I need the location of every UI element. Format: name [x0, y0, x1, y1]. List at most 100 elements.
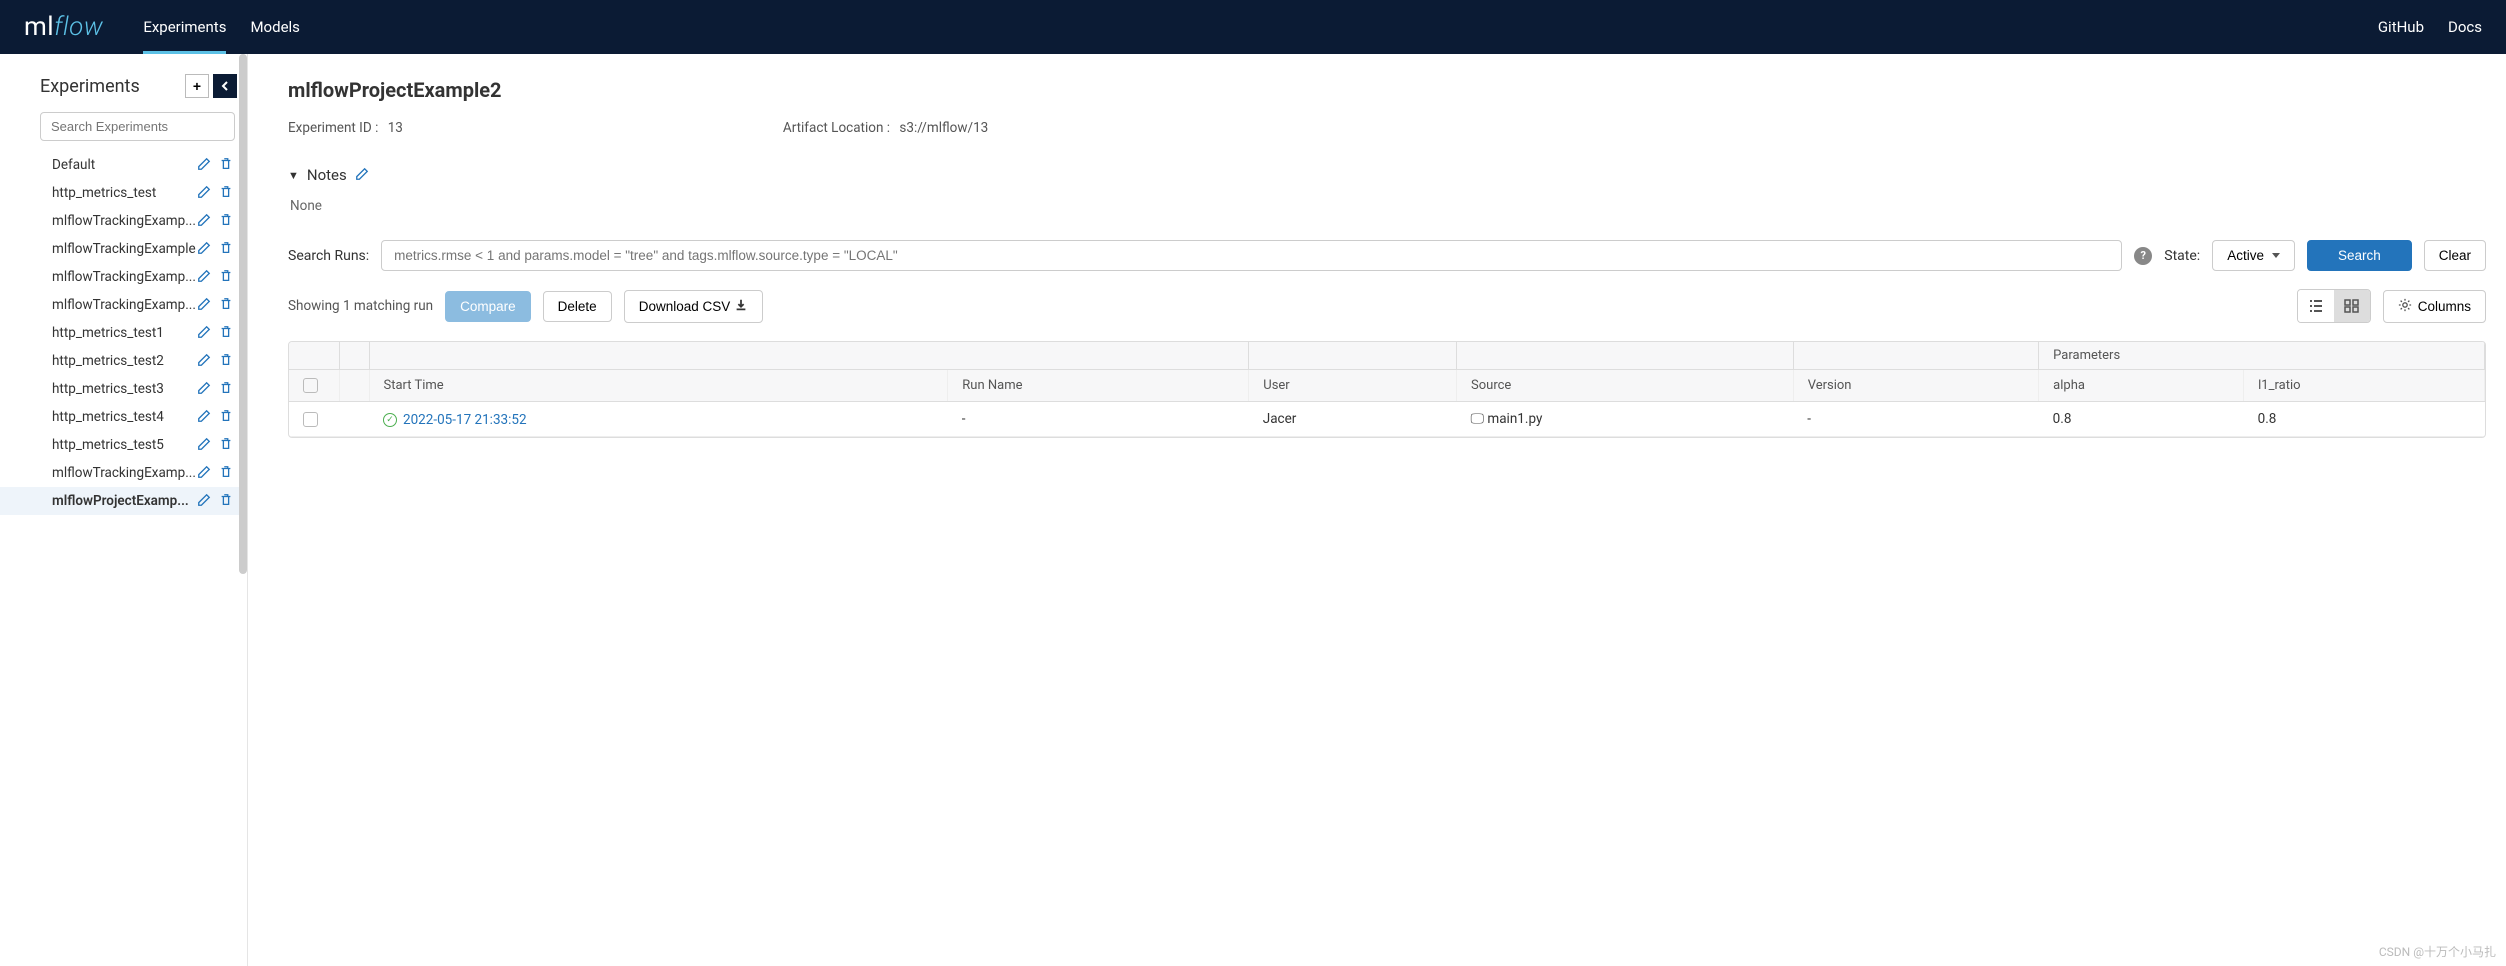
delete-icon[interactable]: [219, 297, 235, 313]
artifact-label: Artifact Location :: [783, 120, 890, 136]
sidebar-scrollbar[interactable]: [239, 54, 247, 574]
search-experiments-input[interactable]: [40, 112, 235, 141]
nav-models[interactable]: Models: [250, 0, 299, 54]
clear-button[interactable]: Clear: [2424, 240, 2486, 271]
sidebar-item[interactable]: mlflowTrackingExamp...: [0, 263, 247, 291]
edit-icon[interactable]: [197, 297, 213, 313]
edit-notes-icon[interactable]: [355, 167, 371, 183]
exp-name: mlflowTrackingExample: [52, 241, 197, 257]
sidebar-item[interactable]: mlflowProjectExamp...: [0, 487, 247, 515]
download-icon: [734, 298, 748, 315]
nav-experiments[interactable]: Experiments: [143, 0, 226, 54]
sidebar-item[interactable]: mlflowTrackingExample: [0, 235, 247, 263]
exp-name: http_metrics_test: [52, 185, 197, 201]
col-user[interactable]: User: [1249, 370, 1457, 402]
edit-icon[interactable]: [197, 353, 213, 369]
exp-name: http_metrics_test5: [52, 437, 197, 453]
experiment-list: Default http_metrics_test mlflowTrackingEx…: [0, 151, 247, 515]
sidebar-item[interactable]: http_metrics_test: [0, 179, 247, 207]
delete-icon[interactable]: [219, 493, 235, 509]
delete-icon[interactable]: [219, 465, 235, 481]
delete-button[interactable]: Delete: [543, 291, 612, 322]
exp-name: http_metrics_test3: [52, 381, 197, 397]
search-runs-label: Search Runs:: [288, 248, 369, 264]
edit-icon[interactable]: [197, 325, 213, 341]
delete-icon[interactable]: [219, 269, 235, 285]
search-button[interactable]: Search: [2307, 240, 2412, 271]
sidebar-item[interactable]: mlflowTrackingExamp...: [0, 207, 247, 235]
exp-name: Default: [52, 157, 197, 173]
col-alpha[interactable]: alpha: [2039, 370, 2244, 402]
grid-view-button[interactable]: [2334, 290, 2370, 322]
notes-toggle[interactable]: ▼ Notes: [288, 166, 2486, 184]
edit-icon[interactable]: [197, 185, 213, 201]
sidebar-item[interactable]: http_metrics_test5: [0, 431, 247, 459]
edit-icon[interactable]: [197, 381, 213, 397]
delete-icon[interactable]: [219, 185, 235, 201]
edit-icon[interactable]: [197, 409, 213, 425]
edit-icon[interactable]: [197, 465, 213, 481]
delete-icon[interactable]: [219, 353, 235, 369]
col-l1-ratio[interactable]: l1_ratio: [2244, 370, 2485, 402]
list-view-button[interactable]: [2298, 290, 2334, 322]
add-experiment-button[interactable]: +: [185, 74, 209, 98]
sidebar-item[interactable]: http_metrics_test1: [0, 319, 247, 347]
sidebar-item[interactable]: mlflowTrackingExamp...: [0, 291, 247, 319]
sidebar-item[interactable]: http_metrics_test4: [0, 403, 247, 431]
notes-label: Notes: [307, 166, 347, 184]
row-checkbox[interactable]: [303, 412, 318, 427]
edit-icon[interactable]: [197, 241, 213, 257]
download-csv-label: Download CSV: [639, 299, 731, 314]
select-all-checkbox[interactable]: [303, 378, 318, 393]
exp-id-label: Experiment ID :: [288, 120, 378, 136]
col-start-time[interactable]: Start Time: [369, 370, 948, 402]
sidebar-item[interactable]: mlflowTrackingExamp...: [0, 459, 247, 487]
source-cell[interactable]: 🖵 main1.py: [1457, 402, 1794, 437]
edit-icon[interactable]: [197, 437, 213, 453]
table-row[interactable]: ✓2022-05-17 21:33:52-Jacer🖵 main1.py-0.8…: [289, 402, 2485, 437]
download-csv-button[interactable]: Download CSV: [624, 290, 764, 323]
help-icon[interactable]: ?: [2134, 247, 2152, 265]
col-source[interactable]: Source: [1457, 370, 1794, 402]
exp-name: mlflowTrackingExamp...: [52, 297, 197, 313]
col-version[interactable]: Version: [1793, 370, 2038, 402]
columns-button[interactable]: Columns: [2383, 290, 2486, 323]
edit-icon[interactable]: [197, 493, 213, 509]
col-run-name[interactable]: Run Name: [948, 370, 1249, 402]
delete-icon[interactable]: [219, 409, 235, 425]
caret-down-icon: ▼: [288, 169, 299, 182]
delete-icon[interactable]: [219, 325, 235, 341]
nav-docs[interactable]: Docs: [2448, 18, 2482, 36]
state-dropdown[interactable]: Active: [2212, 240, 2295, 271]
collapse-sidebar-button[interactable]: [213, 74, 237, 98]
sidebar-item[interactable]: http_metrics_test3: [0, 375, 247, 403]
delete-icon[interactable]: [219, 213, 235, 229]
artifact-value: s3://mlflow/13: [899, 120, 988, 136]
edit-icon[interactable]: [197, 269, 213, 285]
delete-icon[interactable]: [219, 381, 235, 397]
laptop-icon: 🖵: [1471, 411, 1485, 427]
delete-icon[interactable]: [219, 241, 235, 257]
status-ok-icon: ✓: [383, 413, 397, 427]
sidebar: Experiments + Default http_metrics_testml…: [0, 54, 248, 966]
compare-button[interactable]: Compare: [445, 291, 531, 322]
sidebar-item[interactable]: http_metrics_test2: [0, 347, 247, 375]
edit-icon[interactable]: [197, 157, 213, 173]
page-title: mlflowProjectExample2: [288, 78, 2486, 102]
edit-icon[interactable]: [197, 213, 213, 229]
sidebar-item[interactable]: Default: [0, 151, 247, 179]
columns-label: Columns: [2418, 299, 2471, 314]
sidebar-title: Experiments: [40, 76, 140, 97]
notes-content: None: [288, 198, 2486, 214]
user-cell: Jacer: [1249, 402, 1457, 437]
delete-icon[interactable]: [219, 157, 235, 173]
gear-icon: [2398, 298, 2412, 315]
start-time-link[interactable]: ✓2022-05-17 21:33:52: [383, 412, 527, 428]
search-runs-input[interactable]: [381, 240, 2122, 271]
nav-github[interactable]: GitHub: [2378, 18, 2424, 36]
exp-name: mlflowTrackingExamp...: [52, 213, 197, 229]
delete-icon[interactable]: [219, 437, 235, 453]
main-content: mlflowProjectExample2 Experiment ID : 13…: [248, 54, 2506, 966]
exp-id-value: 13: [388, 120, 403, 136]
version-cell: -: [1793, 402, 2038, 437]
